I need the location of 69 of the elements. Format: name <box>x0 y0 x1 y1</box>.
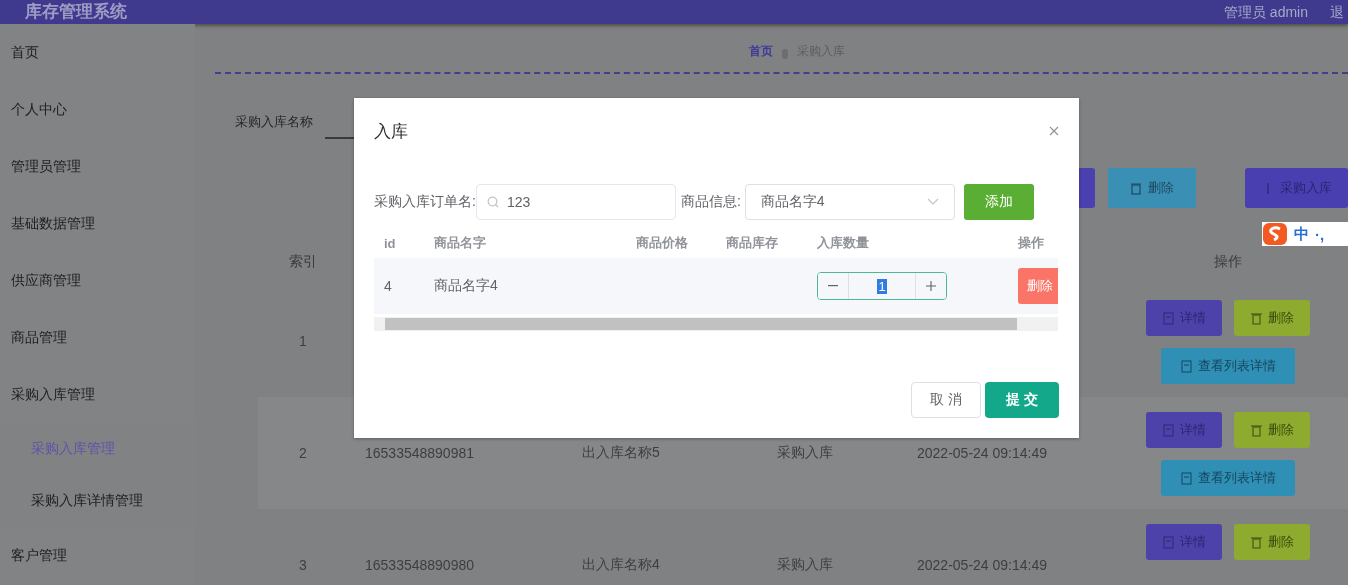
sidebar-item[interactable]: 首页 <box>0 24 195 81</box>
search-icon <box>486 196 499 208</box>
column-header: 操作 <box>1018 234 1044 252</box>
cancel-button[interactable]: 取 消 <box>911 382 981 418</box>
table-cell: 出入库名称5 <box>582 444 660 462</box>
table-cell: 16533548890980 <box>365 557 474 573</box>
column-header: 商品名字 <box>434 234 486 252</box>
column-header: 入库数量 <box>817 234 869 252</box>
sidebar-item[interactable]: 采购入库管理 <box>0 366 195 423</box>
table-cell: 采购入库 <box>777 444 833 462</box>
doc-icon <box>1162 423 1174 437</box>
app-title: 库存管理系统 <box>25 2 127 22</box>
sidebar-item[interactable]: 基础数据管理 <box>0 195 195 252</box>
sidebar-item[interactable]: 供应商管理 <box>0 252 195 309</box>
sidebar-item[interactable]: 商品管理 <box>0 309 195 366</box>
logout-link[interactable]: 退 <box>1330 3 1344 21</box>
delete-button[interactable]: 删除 <box>1234 524 1310 560</box>
column-header: 商品价格 <box>636 234 688 252</box>
sidebar-item[interactable]: 客户管理 <box>0 527 195 584</box>
table-cell: 2022-05-24 09:14:49 <box>917 557 1047 573</box>
quantity-stepper[interactable]: 1 <box>817 272 947 300</box>
user-name: 管理员 admin <box>1223 3 1308 21</box>
close-button[interactable] <box>1049 126 1059 136</box>
field-label: 采购入库订单名: <box>374 193 476 211</box>
table-cell: 2 <box>299 445 307 461</box>
list-detail-button[interactable]: 查看列表详情 <box>1161 348 1295 384</box>
column-header: 商品库存 <box>726 234 778 252</box>
goods-select[interactable]: 商品名字4 <box>744 184 955 220</box>
punctuation-mode[interactable]: ·, <box>1315 225 1325 243</box>
delete-button[interactable]: 删除 <box>1018 268 1058 304</box>
add-button[interactable]: 添加 <box>963 184 1034 220</box>
horizontal-scrollbar[interactable] <box>374 317 1058 331</box>
table-cell: 采购入库 <box>777 556 833 574</box>
table-cell: 1 <box>299 333 307 349</box>
field-label: 商品信息: <box>680 193 741 211</box>
trash-icon <box>1250 535 1262 549</box>
submit-button[interactable]: 提 交 <box>985 382 1059 418</box>
trash-icon <box>1130 181 1142 195</box>
table-cell: 出入库名称4 <box>582 556 660 574</box>
delete-button[interactable]: 删除 <box>1234 412 1310 448</box>
table-cell: 2022-05-24 09:14:49 <box>917 445 1047 461</box>
column-header: 索引 <box>289 252 317 271</box>
minus-icon <box>828 285 838 287</box>
table-cell: 3 <box>299 557 307 573</box>
sidebar-subitem[interactable]: 采购入库详情管理 <box>0 475 195 527</box>
trash-icon <box>1250 311 1262 325</box>
table-cell: 商品名字4 <box>434 277 498 295</box>
dialog-title: 入库 <box>374 120 408 143</box>
sidebar-item[interactable]: 个人中心 <box>0 81 195 138</box>
close-icon <box>1049 126 1059 136</box>
breadcrumb-link[interactable]: 首页 <box>748 43 773 60</box>
doc-icon <box>1180 471 1192 485</box>
sidebar-item[interactable]: 管理员管理 <box>0 138 195 195</box>
input-mode[interactable]: 中 <box>1294 224 1309 244</box>
doc-icon <box>1180 359 1192 373</box>
column-header: id <box>384 235 396 251</box>
list-detail-button[interactable]: 查看列表详情 <box>1161 460 1295 496</box>
order-name-field[interactable]: 123 <box>475 184 676 220</box>
delete-button[interactable]: 删除 <box>1234 300 1310 336</box>
chevron-down-icon <box>926 198 939 206</box>
table-cell: 16533548890981 <box>365 445 474 461</box>
field-label: 采购入库名称 <box>235 112 313 131</box>
trash-icon <box>1250 423 1262 437</box>
delete-button[interactable]: 删除 <box>1108 168 1196 208</box>
column-header: 操作 <box>1214 252 1242 271</box>
plus-icon <box>926 281 936 291</box>
doc-icon <box>1162 535 1174 549</box>
doc-icon <box>1162 311 1174 325</box>
table-cell: 4 <box>384 278 392 294</box>
